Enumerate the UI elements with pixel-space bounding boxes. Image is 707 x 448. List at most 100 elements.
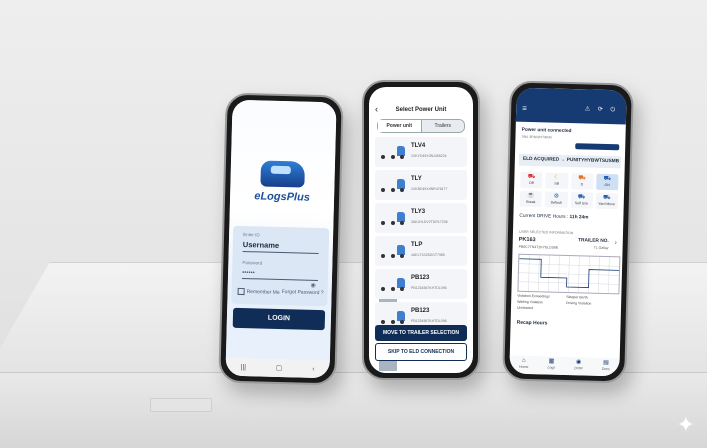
duty-label: Break <box>526 199 536 205</box>
bottom-nav: ⌂ Home ▦ Logs ◉ DVIR ▤ Docs <box>509 355 620 377</box>
android-nav-bar: ||| ▢ ‹ <box>225 357 330 379</box>
unit-vin: 1XKYD49X3NJ455224 <box>411 154 447 158</box>
move-to-trailer-button[interactable]: MOVE TO TRAILER SELECTION <box>375 325 467 341</box>
dashboard-screen: ≡ ⚠ ⟳ ⏻ Power unit connected SN# 3RNWHT8… <box>509 87 627 377</box>
unit-vin: 3AKJHLDV2TDR17238 <box>411 220 448 224</box>
connection-status: Power unit connected <box>521 127 572 135</box>
connection-serial: SN# 3RNWHT8RM <box>521 134 552 140</box>
nav-dvir[interactable]: ◉ DVIR <box>574 359 583 375</box>
power-unit-screen: ‹ Select Power Unit Power unit Trailers … <box>369 87 473 373</box>
recap-hours-heading: Recap Hours <box>516 319 548 327</box>
duty-status-grid: ⛟ Off ☾ SB ⛟ D ⛟ ON ☕ Break ⚙ Default ⛟ Self Us… <box>519 171 619 210</box>
legend-item: Violation Exceedings <box>517 293 550 299</box>
chevron-right-icon[interactable]: › <box>615 240 617 246</box>
tab-power-unit[interactable]: Power unit <box>378 120 422 132</box>
app-header: ≡ ⚠ ⟳ ⏻ <box>515 87 627 125</box>
truck-icon <box>379 143 405 305</box>
trailer-value: TL Gallay <box>593 245 609 251</box>
login-screen: eLogsPlus Enter ID Username Password •••… <box>225 99 337 379</box>
duty-tile-break[interactable]: ☕ Break <box>519 190 543 208</box>
phone-power-unit: ‹ Select Power Unit Power unit Trailers … <box>362 80 480 380</box>
trailer-label: TRAILER NO. <box>578 238 609 245</box>
unit-name: TLV4 <box>411 143 426 149</box>
duty-label: D <box>580 182 584 187</box>
nav-logs[interactable]: ▦ Logs <box>547 359 555 375</box>
login-button[interactable]: LOGIN <box>232 307 326 331</box>
truck-icon <box>379 209 405 371</box>
device-front-surface <box>0 372 707 448</box>
duty-tile-self-use[interactable]: ⛟ Self Use <box>570 192 593 209</box>
nav-label: Home <box>518 364 529 370</box>
phone-dashboard: ≡ ⚠ ⟳ ⏻ Power unit connected SN# 3RNWHT8… <box>502 80 634 384</box>
status-bar <box>575 143 620 151</box>
duty-tile-d[interactable]: ⛟ D <box>570 173 594 190</box>
duty-label: Off <box>529 180 534 186</box>
username-input[interactable]: Username <box>242 240 319 254</box>
header-icons[interactable]: ⚠ ⟳ ⏻ <box>585 105 619 114</box>
list-item[interactable]: TLY3 3AKJHLDV2TDR17238 <box>375 203 467 371</box>
list-item[interactable]: TLV4 1XKYD49X3NJ455224 <box>375 137 467 305</box>
back-button[interactable]: ‹ <box>312 365 315 372</box>
duty-label: Default <box>550 200 562 205</box>
user-selected-heading: USER SELECTED INFORMATION <box>518 229 574 236</box>
sparkle-icon: ✦ <box>676 412 695 437</box>
list-item[interactable]: PB123 PB1234567KHTDL096 <box>375 269 467 299</box>
show-password-icon[interactable]: ◉ <box>310 282 315 289</box>
duty-label: ON <box>604 182 610 188</box>
app-logo: eLogsPlus <box>230 160 335 205</box>
unit-vin: PB1234567KHTDL096 <box>411 319 447 323</box>
drive-hours: Current DRIVE Hours : 11h 24m <box>519 214 588 221</box>
truck-icon <box>379 275 405 291</box>
legend-item: Driving Violation <box>566 300 592 306</box>
password-input[interactable]: •••••• <box>241 269 319 281</box>
checkbox-icon <box>237 287 245 296</box>
duty-tile-default[interactable]: ⚙ Default <box>544 191 568 208</box>
unit-vin: PB1234567KHTDL096 <box>411 286 447 290</box>
unit-vin: 4AKLT1S25DGT7985 <box>411 253 445 257</box>
tab-trailers[interactable]: Trailers <box>421 120 464 132</box>
skip-to-eld-button[interactable]: SKIP TO ELD CONNECTION <box>375 343 467 361</box>
truck-icon <box>379 242 405 258</box>
list-item[interactable]: TLP 4AKLT1S25DGT7985 <box>375 236 467 266</box>
phone-login: eLogsPlus Enter ID Username Password •••… <box>218 92 344 386</box>
nav-label: DVIR <box>574 366 583 371</box>
drive-hours-label: Current DRIVE Hours : <box>519 213 569 220</box>
unit-vin: 1XKBD49X4NR476477 <box>411 187 448 191</box>
power-unit-value: PB0C7TN4T2KYELD09E <box>518 244 559 250</box>
nav-label: Logs <box>547 365 556 370</box>
duty-label: Yard Move <box>598 201 615 207</box>
legend-item: Uncleared <box>516 305 534 311</box>
duty-tile-on[interactable]: ⛟ ON <box>595 173 619 191</box>
list-item[interactable]: TLY 1XKBD49X4NR476477 <box>375 170 467 338</box>
forgot-password-link[interactable]: Forgot Password ? <box>282 289 324 296</box>
unit-list: TLV4 1XKYD49X3NJ455224 TLY 1XKBD49X4NR47… <box>375 137 467 371</box>
duty-label: SB <box>554 181 560 186</box>
home-button[interactable]: ▢ <box>276 364 283 372</box>
nav-docs[interactable]: ▤ Docs <box>602 360 610 376</box>
log-legend: Violation Exceedings Sleeper Berth Waiti… <box>517 294 615 313</box>
menu-icon[interactable]: ≡ <box>522 104 527 113</box>
eld-acquired-banner: ELD ACQUIRED → PUNITYHYBWTSUSMB <box>518 153 621 169</box>
duty-tile-sb[interactable]: ☾ SB <box>545 172 569 189</box>
truck-icon <box>379 176 405 338</box>
remember-me-checkbox[interactable]: Remember Me <box>237 287 280 296</box>
log-graph <box>517 253 621 295</box>
unit-name: TLY3 <box>411 209 426 215</box>
password-label: Password <box>242 259 263 266</box>
power-unit-label: PK163 <box>518 236 536 244</box>
scene: ✦ eLogsPlus Enter ID Username Password •… <box>0 0 707 448</box>
unit-type-tabs: Power unit Trailers <box>377 119 465 133</box>
unit-name: PB123 <box>411 308 430 314</box>
unit-name: TLY <box>411 176 422 182</box>
legend-item: Sleeper Berth <box>566 294 588 300</box>
nav-home[interactable]: ⌂ Home <box>519 358 529 374</box>
truck-icon <box>379 308 405 324</box>
page-title: Select Power Unit <box>395 107 447 113</box>
drive-hours-value: 11h 24m <box>569 215 589 221</box>
unit-name: PB123 <box>411 275 430 281</box>
truck-logo-icon <box>260 160 306 188</box>
duty-label: Self Use <box>574 201 589 206</box>
duty-tile-off[interactable]: ⛟ Off <box>520 171 543 189</box>
duty-tile-yard-move[interactable]: ⛟ Yard Move <box>595 192 619 210</box>
recent-apps-button[interactable]: ||| <box>240 363 246 370</box>
